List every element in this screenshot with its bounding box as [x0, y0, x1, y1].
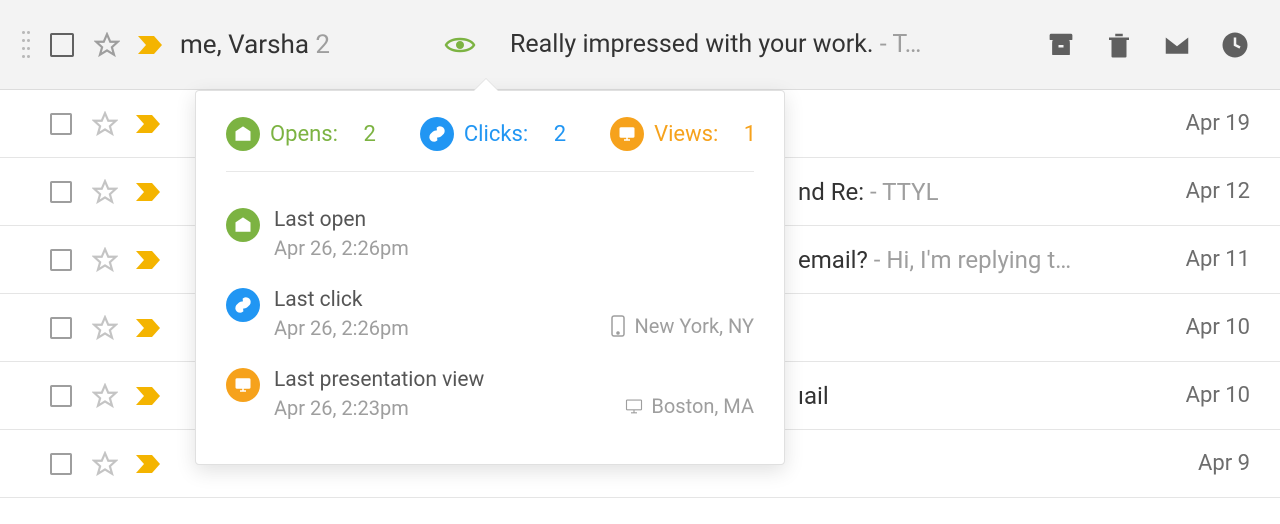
star-icon[interactable] — [92, 383, 118, 409]
link-icon — [226, 288, 260, 322]
event-time: Apr 26, 2:23pm — [274, 396, 611, 420]
select-checkbox[interactable] — [50, 113, 72, 135]
importance-marker-icon[interactable] — [134, 317, 162, 339]
event-title: Last open — [274, 208, 754, 232]
subject-line[interactable]: Really impressed with your work. - T… — [490, 30, 1026, 59]
delete-icon[interactable] — [1104, 30, 1134, 60]
link-icon — [420, 117, 454, 151]
star-icon[interactable] — [92, 315, 118, 341]
archive-icon[interactable] — [1046, 30, 1076, 60]
star-icon[interactable] — [92, 247, 118, 273]
presentation-icon — [610, 117, 644, 151]
desktop-device-icon — [625, 394, 643, 418]
event-last-open: Last open Apr 26, 2:26pm — [226, 194, 754, 274]
sender-label: me, Varsha 2 — [180, 30, 430, 60]
event-last-view: Last presentation view Apr 26, 2:23pm Bo… — [226, 354, 754, 434]
event-location: New York, NY — [609, 314, 754, 338]
importance-marker-icon[interactable] — [134, 453, 162, 475]
event-time: Apr 26, 2:26pm — [274, 236, 754, 260]
mail-open-icon — [226, 208, 260, 242]
select-checkbox[interactable] — [50, 385, 72, 407]
tracking-eye-icon[interactable] — [444, 33, 476, 57]
importance-marker-icon[interactable] — [134, 249, 162, 271]
select-checkbox[interactable] — [50, 181, 72, 203]
star-icon[interactable] — [92, 111, 118, 137]
select-checkbox[interactable] — [50, 249, 72, 271]
importance-marker-icon[interactable] — [136, 34, 164, 56]
presentation-icon — [226, 368, 260, 402]
mark-read-icon[interactable] — [1162, 30, 1192, 60]
event-title: Last presentation view — [274, 368, 611, 392]
mobile-device-icon — [609, 314, 627, 338]
event-time: Apr 26, 2:26pm — [274, 316, 595, 340]
star-icon[interactable] — [92, 179, 118, 205]
event-location: Boston, MA — [625, 394, 754, 418]
stat-clicks: Clicks: 2 — [420, 117, 566, 151]
star-icon[interactable] — [92, 451, 118, 477]
mail-open-icon — [226, 117, 260, 151]
event-last-click: Last click Apr 26, 2:26pm New York, NY — [226, 274, 754, 354]
importance-marker-icon[interactable] — [134, 385, 162, 407]
date-label: Apr 12 — [1160, 179, 1250, 204]
date-label: Apr 10 — [1160, 315, 1250, 340]
select-checkbox[interactable] — [50, 453, 72, 475]
select-checkbox[interactable] — [50, 33, 74, 57]
date-label: Apr 19 — [1160, 111, 1250, 136]
stat-opens: Opens: 2 — [226, 117, 376, 151]
snooze-icon[interactable] — [1220, 30, 1250, 60]
date-label: Apr 11 — [1160, 247, 1250, 272]
tracking-popover: Opens: 2 Clicks: 2 Views: 1 Last open Ap… — [195, 90, 785, 465]
date-label: Apr 9 — [1160, 451, 1250, 476]
tracking-stats-row: Opens: 2 Clicks: 2 Views: 1 — [226, 117, 754, 172]
email-row-selected[interactable]: me, Varsha 2 Really impressed with your … — [0, 0, 1280, 90]
event-title: Last click — [274, 288, 595, 312]
date-label: Apr 10 — [1160, 383, 1250, 408]
star-icon[interactable] — [94, 32, 120, 58]
drag-handle-icon[interactable] — [22, 31, 32, 59]
importance-marker-icon[interactable] — [134, 181, 162, 203]
importance-marker-icon[interactable] — [134, 113, 162, 135]
stat-views: Views: 1 — [610, 117, 756, 151]
select-checkbox[interactable] — [50, 317, 72, 339]
